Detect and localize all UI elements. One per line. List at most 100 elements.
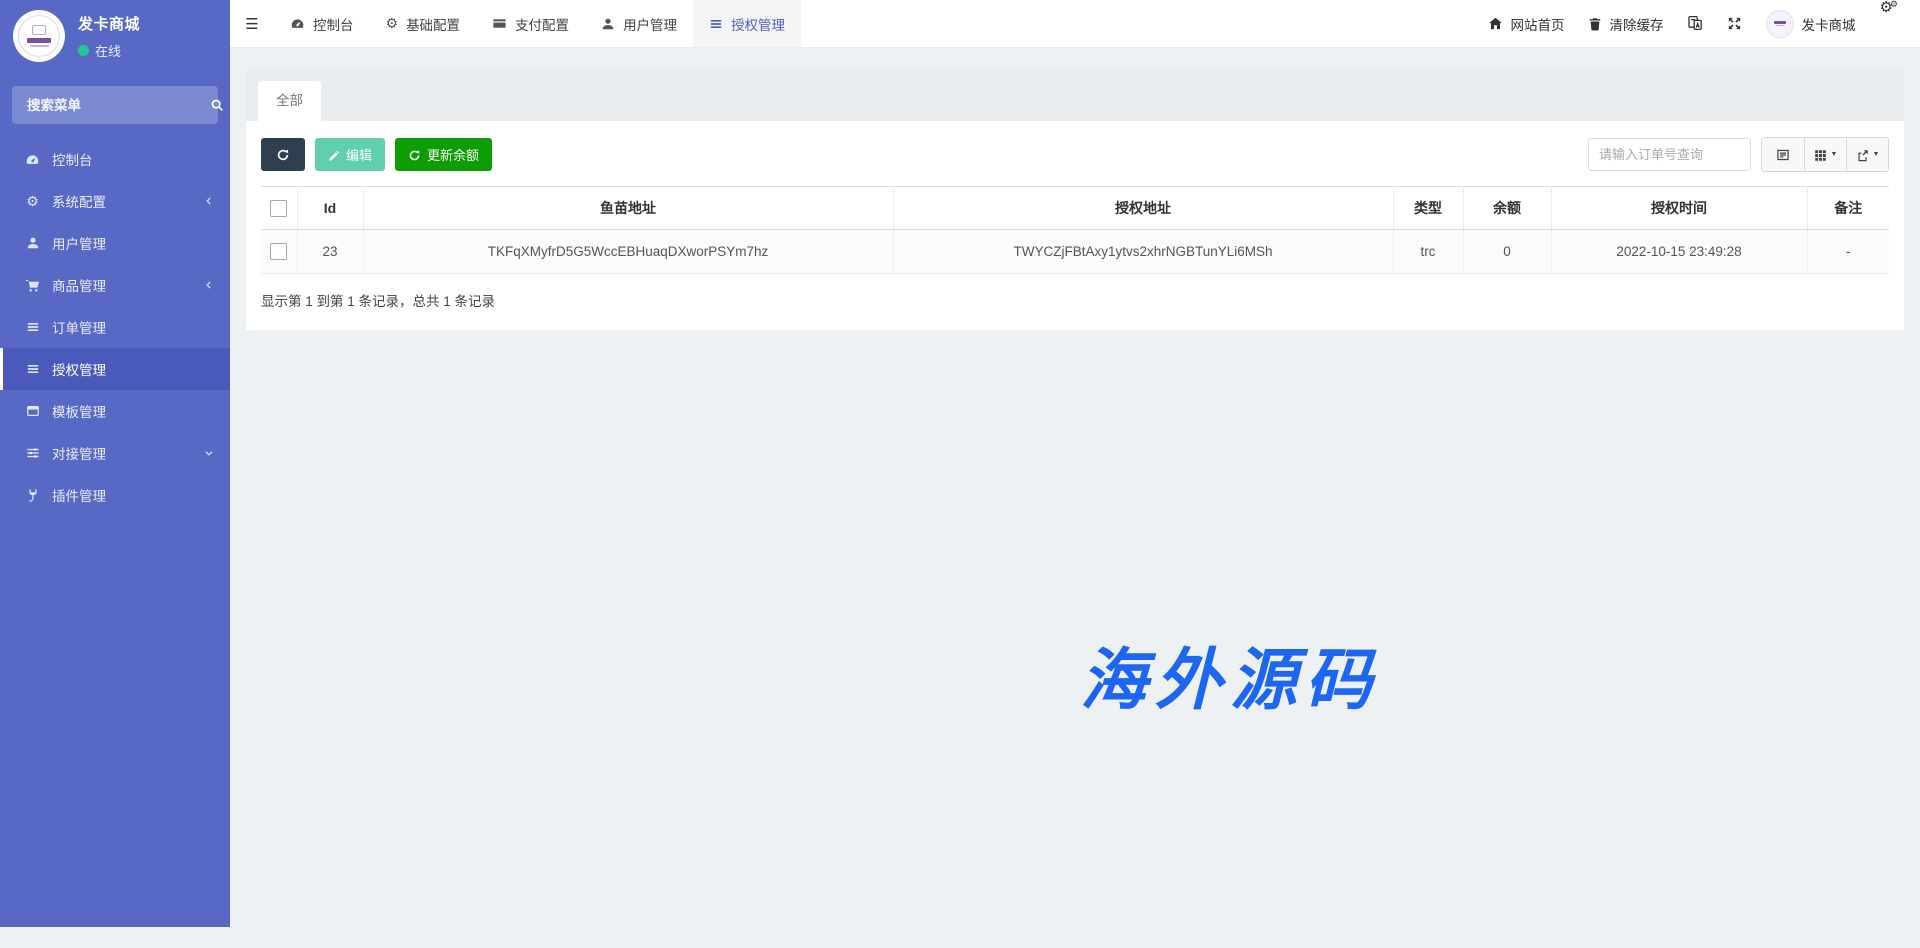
brand: 发卡商城 在线: [0, 0, 230, 70]
refresh-icon: [276, 147, 290, 163]
sidebar-item-authorization-management[interactable]: 授权管理: [0, 348, 230, 390]
sidebar-item-product-management[interactable]: 商品管理: [0, 264, 230, 306]
table-toolbar: 编辑 更新余额 ▼: [261, 137, 1889, 172]
topbar-tab-label: 授权管理: [731, 14, 785, 34]
user-name-label: 发卡商城: [1801, 14, 1855, 34]
workspace: 全部 编辑 更新余额: [230, 68, 1920, 948]
card-body: 编辑 更新余额 ▼: [246, 121, 1904, 330]
user-avatar: [1766, 10, 1794, 38]
update-balance-label: 更新余额: [427, 145, 479, 164]
topbar-tab-basic-config[interactable]: ⚙ 基础配置: [370, 0, 477, 47]
cell-balance: 0: [1463, 230, 1551, 274]
online-status: 在线: [78, 41, 140, 60]
sidebar-item-label: 对接管理: [52, 443, 106, 463]
menu-search-input[interactable]: [25, 97, 210, 114]
column-header-balance[interactable]: 余额: [1463, 187, 1551, 230]
settings-button[interactable]: ⚙ ⚙: [1867, 0, 1910, 47]
edit-button[interactable]: 编辑: [315, 138, 385, 171]
detail-view-icon: [1776, 147, 1790, 162]
site-home-link[interactable]: 网站首页: [1476, 0, 1576, 47]
sidebar-item-system-config[interactable]: ⚙ 系统配置: [0, 180, 230, 222]
clear-cache-link[interactable]: 清除缓存: [1576, 0, 1675, 47]
record-summary: 显示第 1 到第 1 条记录，总共 1 条记录: [261, 290, 1889, 310]
search-icon[interactable]: [210, 98, 224, 112]
export-button[interactable]: ▼: [1846, 138, 1888, 171]
home-icon: [1488, 16, 1503, 32]
update-balance-button[interactable]: 更新余额: [395, 138, 492, 171]
content-card: 全部 编辑 更新余额: [246, 68, 1904, 330]
topbar-tab-console[interactable]: 控制台: [274, 0, 370, 47]
brand-title: 发卡商城: [78, 13, 140, 34]
gauge-icon: [290, 16, 305, 31]
user-icon: [24, 236, 41, 250]
topbar-tab-payment-config[interactable]: 支付配置: [476, 0, 585, 47]
user-menu[interactable]: 发卡商城: [1754, 0, 1867, 47]
sidebar-item-user-management[interactable]: 用户管理: [0, 222, 230, 264]
order-search-input[interactable]: [1588, 138, 1751, 171]
row-checkbox[interactable]: [270, 243, 287, 260]
template-icon: [24, 404, 41, 418]
gear-icon: ⚙: [386, 15, 399, 32]
sidebar-item-plugin-management[interactable]: 插件管理: [0, 474, 230, 516]
sidebar-item-integration-management[interactable]: 对接管理: [0, 432, 230, 474]
caret-down-icon: ▼: [1831, 151, 1838, 158]
caret-down-icon: ▼: [1873, 151, 1880, 158]
export-icon: [1856, 147, 1869, 162]
sliders-icon: [24, 446, 41, 460]
language-icon: [1687, 15, 1703, 33]
brand-text: 发卡商城 在线: [78, 13, 140, 60]
sidebar-item-label: 模板管理: [52, 401, 106, 421]
sidebar-toggle-button[interactable]: ☰: [230, 0, 274, 47]
sidebar-item-label: 系统配置: [52, 191, 106, 211]
pencil-icon: [328, 147, 340, 162]
topbar-tab-authorization-management[interactable]: 授权管理: [693, 0, 801, 47]
sidebar-item-label: 订单管理: [52, 317, 106, 337]
cell-auth-address: TWYCZjFBtAxy1ytvs2xhrNGBTunYLi6MSh: [893, 230, 1393, 274]
sidebar-item-order-management[interactable]: 订单管理: [0, 306, 230, 348]
column-header-auth-time[interactable]: 授权时间: [1551, 187, 1807, 230]
top-navbar: ☰ 控制台 ⚙ 基础配置 支付配置 用户管理 授权管理: [230, 0, 1920, 48]
tab-all[interactable]: 全部: [258, 81, 321, 121]
column-header-auth-address[interactable]: 授权地址: [893, 187, 1393, 230]
sidebar-item-label: 插件管理: [52, 485, 106, 505]
online-status-dot: [78, 45, 89, 56]
cell-type: trc: [1393, 230, 1463, 274]
topbar-tab-label: 用户管理: [623, 14, 677, 34]
sidebar-item-console[interactable]: 控制台: [0, 138, 230, 180]
authorization-table: Id 鱼苗地址 授权地址 类型 余额 授权时间 备注 23: [261, 186, 1889, 274]
plug-icon: [24, 488, 41, 502]
column-header-id[interactable]: Id: [297, 187, 363, 230]
language-button[interactable]: [1675, 0, 1715, 47]
sidebar-item-label: 用户管理: [52, 233, 106, 253]
detail-view-button[interactable]: [1762, 138, 1804, 171]
cell-seed-address: TKFqXMyfrD5G5WccEBHuaqDXworPSYm7hz: [363, 230, 893, 274]
fullscreen-button[interactable]: [1715, 0, 1754, 47]
brand-avatar[interactable]: [13, 10, 65, 62]
sidebar: 发卡商城 在线 控制台 ⚙ 系统配置 用户管理 商品管理: [0, 0, 230, 927]
clear-cache-label: 清除缓存: [1609, 14, 1663, 34]
sidebar-item-template-management[interactable]: 模板管理: [0, 390, 230, 432]
column-header-type[interactable]: 类型: [1393, 187, 1463, 230]
refresh-button[interactable]: [261, 138, 305, 171]
select-all-checkbox[interactable]: [270, 200, 287, 217]
topbar-tabs: 控制台 ⚙ 基础配置 支付配置 用户管理 授权管理: [274, 0, 801, 47]
columns-toggle-button[interactable]: ▼: [1804, 138, 1846, 171]
bars-icon: ☰: [245, 15, 258, 33]
chevron-left-icon: [204, 196, 214, 206]
topbar-tab-label: 支付配置: [515, 14, 569, 34]
table-header-row: Id 鱼苗地址 授权地址 类型 余额 授权时间 备注: [261, 187, 1889, 230]
fullscreen-icon: [1727, 15, 1742, 33]
watermark: 海外源码: [1080, 626, 1380, 723]
site-home-label: 网站首页: [1510, 14, 1564, 34]
list-icon: [709, 17, 723, 31]
online-status-label: 在线: [95, 41, 121, 60]
table-row[interactable]: 23 TKFqXMyfrD5G5WccEBHuaqDXworPSYm7hz TW…: [261, 230, 1889, 274]
column-header-seed-address[interactable]: 鱼苗地址: [363, 187, 893, 230]
column-header-remark[interactable]: 备注: [1807, 187, 1889, 230]
menu-search[interactable]: [12, 86, 218, 124]
gauge-icon: [24, 152, 41, 167]
table-view-button-group: ▼ ▼: [1761, 137, 1889, 172]
chevron-down-icon: [204, 448, 214, 458]
sidebar-menu: 控制台 ⚙ 系统配置 用户管理 商品管理 订单管理 授权管理 模板管理: [0, 138, 230, 516]
topbar-tab-user-management[interactable]: 用户管理: [585, 0, 693, 47]
